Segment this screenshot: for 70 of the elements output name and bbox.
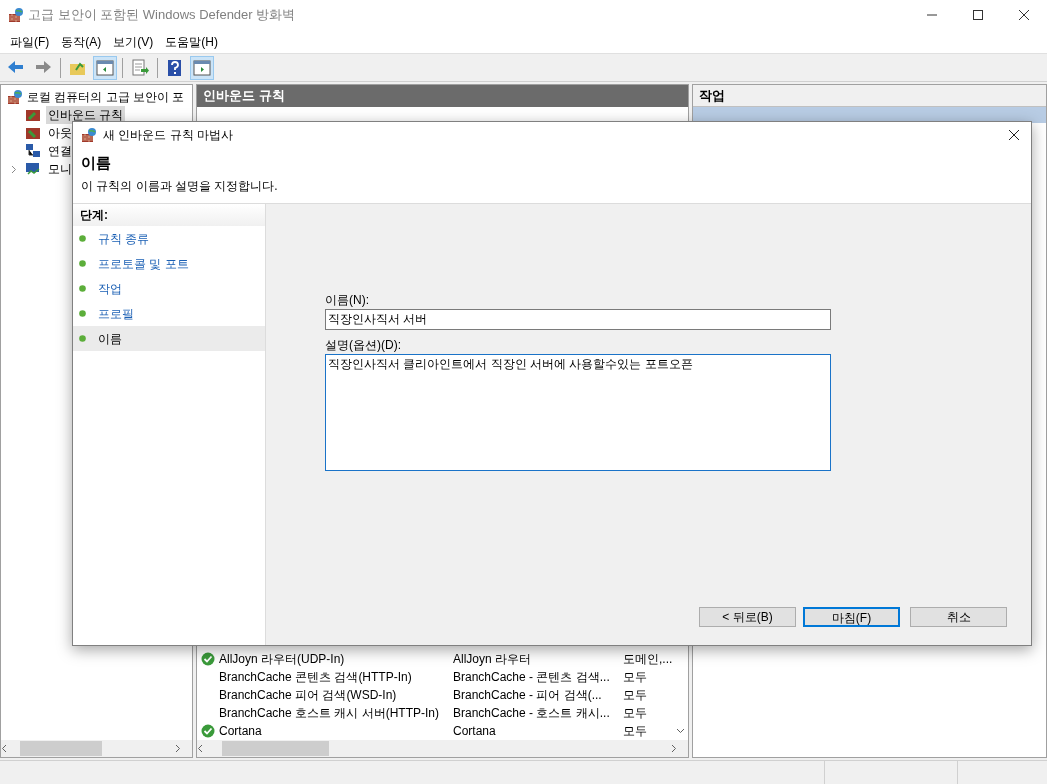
tree-node-icon [25,161,41,177]
step-dot-icon [79,335,86,342]
pane-header: 작업 [693,85,1046,107]
name-field[interactable]: 직장인사직서 서버 [325,309,831,330]
menu-item[interactable]: 도움말(H) [159,32,224,51]
pane-header: 인바운드 규칙 [197,85,688,107]
wizard-step[interactable]: 규칙 종류 [73,226,265,251]
dialog-title: 새 인바운드 규칙 마법사 [103,127,233,144]
wizard-step[interactable]: 프로토콜 및 포트 [73,251,265,276]
horizontal-scrollbar[interactable] [197,740,688,757]
pane-button[interactable] [190,55,214,80]
description-field[interactable]: 직장인사직서 클리아인트에서 직장인 서버에 사용할수있는 포트오픈 [325,354,831,471]
rule-profile-cell-text: 모두 [623,687,647,704]
wizard-step[interactable]: 작업 [73,276,265,301]
tree-item[interactable]: 모니 [46,160,74,178]
rule-group-cell-text: BranchCache - 피어 검색(... [453,687,603,704]
firewall-icon [81,127,97,143]
rule-profile-cell-text: 모두 [623,705,647,722]
step-dot-icon [79,310,86,317]
step-dot-icon [79,235,86,242]
scroll-right-icon[interactable] [671,744,677,753]
dialog-button[interactable]: 마침(F) [803,607,900,627]
tree-node-icon [25,107,41,123]
horizontal-scrollbar[interactable] [1,740,192,757]
menu-item[interactable]: 파일(F) [4,32,56,51]
tree-item[interactable]: 연결 [46,142,74,160]
tree-node-icon [25,143,41,159]
tree-item[interactable]: 로컬 컴퓨터의 고급 보안이 포 [27,88,185,106]
pane-icon [192,57,212,78]
tree-item[interactable]: 아웃 [46,124,74,142]
page-description: 이 규칙의 이름과 설명을 지정합니다. [81,177,279,195]
window-title: 고급 보안이 포함된 Windows Defender 방화벽 [28,6,296,25]
rule-group-cell-text: Cortana [453,723,497,740]
field-label: 이름(N): [325,292,370,309]
rule-name-cell-text: BranchCache 호스트 캐시 서버(HTTP-In) [219,705,441,722]
scroll-down-icon[interactable] [675,728,685,734]
export-list-icon [130,57,150,78]
menu-item[interactable]: 동작(A) [55,32,108,51]
close-icon [1018,9,1030,21]
rule-profile-cell-text: 모두 [623,723,647,740]
rule-name-cell-text: BranchCache 피어 검색(WSD-In) [219,687,398,704]
scroll-right-icon[interactable] [175,744,181,753]
rule-name-cell-text: BranchCache 콘텐츠 검색(HTTP-In) [219,669,413,686]
scroll-left-icon[interactable] [1,744,7,753]
tree-node-icon [25,125,41,141]
rule-name-cell-text: Cortana [219,723,263,740]
expand-icon[interactable] [11,164,17,174]
page-heading: 이름 [81,153,112,173]
menu-item[interactable]: 보기(V) [107,32,160,51]
field-label: 설명(옵션)(D): [325,337,402,354]
rule-group-cell-text: BranchCache - 호스트 캐시... [453,705,611,722]
close-icon [1008,129,1020,141]
rule-group-cell-text: AllJoyn 라우터 [453,651,533,668]
tree-item[interactable]: 인바운드 규칙 [46,106,126,124]
step-dot-icon [79,260,86,267]
pane-icon [95,57,115,78]
firewall-icon [7,89,23,105]
rule-profile-cell-text: 도메인,... [623,651,673,668]
pane-button[interactable] [93,55,117,80]
wizard-step[interactable]: 이름 [73,326,265,351]
dialog-button[interactable]: 취소 [910,607,1007,627]
step-dot-icon [79,285,86,292]
rule-group-cell-text: BranchCache - 콘텐츠 검색... [453,669,611,686]
dialog-button[interactable]: < 뒤로(B) [699,607,796,627]
rule-profile-cell-text: 모두 [623,669,647,686]
wizard-step[interactable]: 프로필 [73,301,265,326]
rule-name-cell-text: AllJoyn 라우터(UDP-In) [219,651,346,668]
scroll-left-icon[interactable] [197,744,203,753]
firewall-icon [8,7,24,23]
maximize-icon [972,9,984,21]
